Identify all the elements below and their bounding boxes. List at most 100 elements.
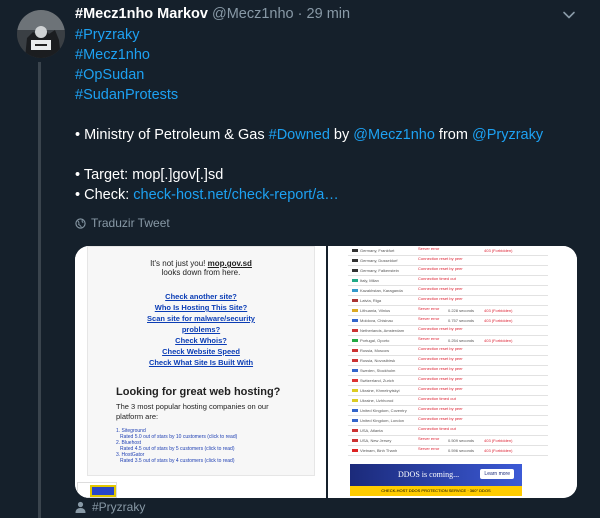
country-flag-icon [352,429,358,432]
result-row: United Kingdom, Coventry Connection reset… [348,406,548,416]
link-item: Check another site? [165,292,237,301]
hashtag-opsudan[interactable]: #OpSudan [75,67,144,83]
check-host-results-table: Germany, Frankfurt Server error 403 (Forbi… [348,246,548,498]
result-location: Portugal, Oporto [360,338,390,343]
from-text: from [434,127,472,143]
footer-tag[interactable]: #Pryzraky [75,500,145,514]
result-row: United Kingdom, London Connection reset b… [348,416,548,426]
result-location: USA, Atlanta [360,428,383,433]
mention-mecz1nho[interactable]: @Mecz1nho [353,127,435,143]
result-row: Moldova, Chisinau Server error 0.757 secon… [348,316,548,326]
result-location: Kazakhstan, Karaganda [360,288,403,293]
result-location: Ukraine, Uzhhorod [360,398,394,403]
result-status: Connection reset by peer [418,366,463,371]
result-code: 403 (Forbidden) [484,248,513,253]
result-row: Italy, Milan Connection timed out [348,276,548,286]
by-text: by [329,127,354,143]
display-name[interactable]: #Mecz1nho Markov [75,6,208,22]
notice-domain: mop.gov.sd [207,259,252,268]
result-code: 403 (Forbidden) [484,318,513,323]
result-time: 0.254 seconds [448,338,475,343]
hosting-heading: Looking for great web hosting? [116,386,281,398]
hashtag-pryzraky[interactable]: #Pryzraky [75,27,139,43]
result-row: Lithuania, Vilnius Server error 0.228 seco… [348,306,548,316]
result-code: 403 (Forbidden) [484,448,513,453]
globe-icon [75,217,86,229]
result-status: Server error [418,336,440,341]
country-flag-icon [352,409,358,412]
result-row: Latvia, Riga Connection reset by peer [348,296,548,306]
result-location: United Kingdom, Coventry [360,408,407,413]
result-status: Connection reset by peer [418,256,463,261]
result-location: Moldova, Chisinau [360,318,393,323]
result-location: Germany, Frankfurt [360,248,395,253]
user-icon [75,501,86,513]
result-status: Connection reset by peer [418,326,463,331]
mention-pryzraky[interactable]: @Pryzraky [472,127,543,143]
country-flag-icon [352,419,358,422]
country-flag-icon [352,439,358,442]
host-rating: Rated 3.5 out of stars by 4 customers (c… [120,458,235,464]
result-status: Connection reset by peer [418,376,463,381]
media-image-left[interactable]: It's not just you! mop.gov.sd looks down… [75,246,326,498]
ddos-title: DDOS is coming... [398,470,460,479]
result-code: 403 (Forbidden) [484,438,513,443]
user-handle[interactable]: @Mecz1nho [212,6,294,22]
country-flag-icon [352,369,358,372]
result-status: Connection timed out [418,426,456,431]
result-status: Connection reset by peer [418,406,463,411]
target-line: • Target: mop[.]gov[.]sd [75,167,224,183]
avatar-image [17,10,65,58]
result-location: Italy, Milan [360,278,379,283]
result-location: United Kingdom, London [360,418,405,423]
result-location: Vietnam, Binh Thanh [360,448,398,453]
check-link[interactable]: check-host.net/check-report/a… [133,187,339,203]
media-image-right[interactable]: Germany, Frankfurt Server error 403 (Forbi… [328,246,577,498]
result-row: Switzerland, Zurich Connection reset by p… [348,376,548,386]
country-flag-icon [352,279,358,282]
result-status: Server error [418,306,440,311]
ddos-banner: DDOS is coming... Learn more [350,464,522,486]
result-status: Connection timed out [418,396,456,401]
check-line: • Check: check-host.net/check-report/a… [75,185,575,205]
result-time: 0.757 seconds [448,318,475,323]
result-status: Connection reset by peer [418,296,463,301]
result-code: 403 (Forbidden) [484,338,513,343]
thumbnail-graphic [90,485,116,497]
link-list: Check another site? Who Is Hosting This … [88,291,314,368]
link-item: Check What Site Is Built With [148,358,254,367]
footer-tag-label: #Pryzraky [92,500,146,514]
translate-tweet[interactable]: Traduzir Tweet [75,216,170,230]
timestamp[interactable]: 29 min [307,6,351,22]
link-item: Scan site for malware/security problems? [147,314,255,334]
result-status: Server error [418,436,440,441]
separator-dot: · [297,6,303,22]
check-label: • Check: [75,187,134,203]
card-thumbnail [77,482,117,498]
result-location: Germany, Dusseldorf [360,258,398,263]
ministry-text: • Ministry of Petroleum & Gas [75,127,269,143]
country-flag-icon [352,349,358,352]
result-location: Ukraine, Khmelnytskyi [360,388,400,393]
hashtag-downed[interactable]: #Downed [269,127,330,143]
result-location: Germany, Falkenstein [360,268,399,273]
result-row: USA, New Jersey Server error 0.509 seconds… [348,436,548,446]
chevron-down-icon[interactable] [562,8,576,22]
result-row: Russia, Novosibirsk Connection reset by p… [348,356,548,366]
result-time: 0.596 seconds [448,448,475,453]
country-flag-icon [352,329,358,332]
result-location: Russia, Moscow [360,348,390,353]
media-grid: It's not just you! mop.gov.sd looks down… [75,246,577,498]
link-item: Check Website Speed [162,347,240,356]
result-location: Netherlands, Amsterdam [360,328,405,333]
hosting-subtext: The 3 most popular hosting companies on … [116,402,269,421]
translate-label: Traduzir Tweet [91,216,170,230]
hashtag-sudanprotests[interactable]: #SudanProtests [75,87,178,103]
hashtag-mecz1nho[interactable]: #Mecz1nho [75,47,150,63]
host-list: 1. Siteground Rated 5.0 out of stars by … [88,428,314,464]
avatar[interactable] [17,10,65,58]
result-row: Germany, Frankfurt Server error 403 (Forbi… [348,246,548,256]
result-status: Connection reset by peer [418,266,463,271]
result-time: 0.228 seconds [448,308,475,313]
result-row: Germany, Dusseldorf Connection reset by p… [348,256,548,266]
